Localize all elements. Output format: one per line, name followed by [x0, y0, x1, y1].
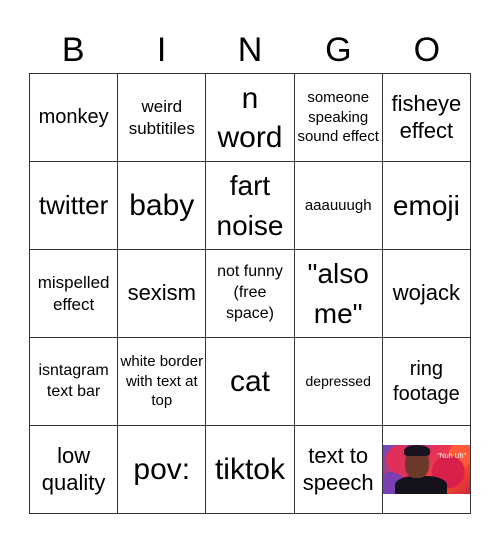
- bingo-header: B I N G O: [29, 28, 471, 73]
- bingo-cell-image[interactable]: "Nuh Uh": [382, 426, 471, 514]
- bingo-cell[interactable]: white border with text at top: [118, 338, 207, 426]
- bingo-cell[interactable]: tiktok: [206, 426, 295, 514]
- bingo-cell[interactable]: baby: [118, 162, 207, 250]
- bingo-cell[interactable]: cat: [206, 338, 295, 426]
- bingo-cell[interactable]: emoji: [382, 162, 471, 250]
- meme-figure-hair: [403, 445, 430, 456]
- meme-caption: "Nuh Uh": [437, 453, 466, 460]
- bingo-cell[interactable]: monkey: [30, 74, 119, 162]
- bingo-cell[interactable]: weird subtitiles: [118, 74, 207, 162]
- header-letter-i: I: [156, 31, 167, 69]
- meme-figure-body: [394, 476, 447, 494]
- bingo-cell[interactable]: text to speech: [294, 426, 383, 514]
- bingo-cell[interactable]: twitter: [30, 162, 119, 250]
- bingo-cell[interactable]: mispelled effect: [30, 250, 119, 338]
- bingo-cell[interactable]: ring footage: [382, 338, 471, 426]
- bingo-cell[interactable]: aaauuugh: [294, 162, 383, 250]
- bingo-cell[interactable]: fart noise: [206, 162, 295, 250]
- bingo-cell[interactable]: sexism: [118, 250, 207, 338]
- bingo-cell[interactable]: low quality: [30, 426, 119, 514]
- header-letter-n: N: [237, 31, 263, 69]
- bingo-cell[interactable]: "also me": [294, 250, 383, 338]
- header-letter-b: B: [61, 31, 85, 69]
- meme-image-icon: "Nuh Uh": [382, 445, 470, 494]
- bingo-cell[interactable]: wojack: [382, 250, 471, 338]
- bingo-board: monkey weird subtitiles n word someone s…: [29, 73, 471, 514]
- bingo-cell[interactable]: fisheye effect: [382, 74, 471, 162]
- header-letter-o: O: [413, 31, 441, 69]
- bingo-cell[interactable]: someone speaking sound effect: [294, 74, 383, 162]
- bingo-cell[interactable]: depressed: [294, 338, 383, 426]
- bingo-cell[interactable]: isntagram text bar: [30, 338, 119, 426]
- bingo-cell[interactable]: pov:: [118, 426, 207, 514]
- header-letter-g: G: [325, 31, 352, 69]
- bingo-cell[interactable]: n word: [206, 74, 295, 162]
- bingo-cell-free-space[interactable]: not funny (free space): [206, 250, 295, 338]
